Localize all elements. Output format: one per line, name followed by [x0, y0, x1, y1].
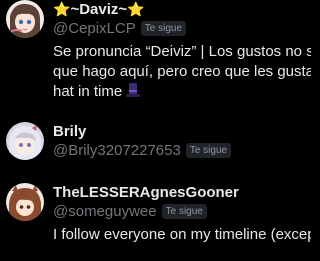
user-handle[interactable]: @CepixLCP [53, 19, 136, 38]
anime-character-avatar-icon [6, 183, 44, 221]
star-emoji-icon: ⭐ [127, 1, 145, 17]
display-name[interactable]: Brily [53, 122, 311, 141]
user-info: TheLESSERAgnesGooner @someguywee Te sigu… [53, 183, 311, 245]
bio-line: Se pronuncia “Deiviz” | Los gustos no se [53, 43, 311, 60]
avatar[interactable] [6, 122, 44, 160]
user-info: ⭐~Daviz~⭐ @CepixLCP Te sigue Se pronunci… [53, 0, 311, 102]
user-cell[interactable]: Brily @Brily3207227653 Te sigue [0, 112, 311, 174]
avatar[interactable] [6, 0, 44, 38]
user-list: ⭐~Daviz~⭐ @CepixLCP Te sigue Se pronunci… [0, 0, 311, 261]
user-handle[interactable]: @Brily3207227653 [53, 141, 181, 160]
avatar[interactable] [6, 183, 44, 221]
user-cell[interactable]: TheLESSERAgnesGooner @someguywee Te sigu… [0, 174, 311, 261]
user-bio: Se pronuncia “Deiviz” | Los gustos no se… [53, 42, 311, 102]
follows-you-badge: Te sigue [185, 143, 232, 158]
user-bio: I follow everyone on my timeline (except [53, 225, 311, 245]
handle-row: @CepixLCP Te sigue [53, 19, 311, 38]
bio-line: I follow everyone on my timeline (except [53, 226, 311, 243]
follows-you-badge: Te sigue [161, 204, 207, 219]
display-name-text: ~Daviz~ [70, 1, 128, 18]
bio-line: que hago aquí, pero creo que les gusta |… [53, 63, 311, 80]
display-name[interactable]: ⭐~Daviz~⭐ [53, 0, 311, 19]
follows-you-badge: Te sigue [140, 21, 187, 36]
top-hat-emoji-icon [126, 83, 141, 97]
display-name[interactable]: TheLESSERAgnesGooner [53, 183, 311, 202]
bio-line-last: hat in time [53, 82, 311, 102]
user-cell[interactable]: ⭐~Daviz~⭐ @CepixLCP Te sigue Se pronunci… [0, 0, 311, 112]
anime-girl-avatar-icon [6, 0, 44, 38]
handle-row: @someguywee Te sigue [53, 202, 311, 221]
handle-row: @Brily3207227653 Te sigue [53, 141, 311, 160]
user-handle[interactable]: @someguywee [53, 202, 157, 221]
anime-girl-avatar-icon [6, 122, 44, 160]
star-emoji-icon: ⭐ [53, 1, 71, 17]
user-info: Brily @Brily3207227653 Te sigue [53, 122, 311, 160]
bio-line: hat in time [53, 83, 123, 100]
